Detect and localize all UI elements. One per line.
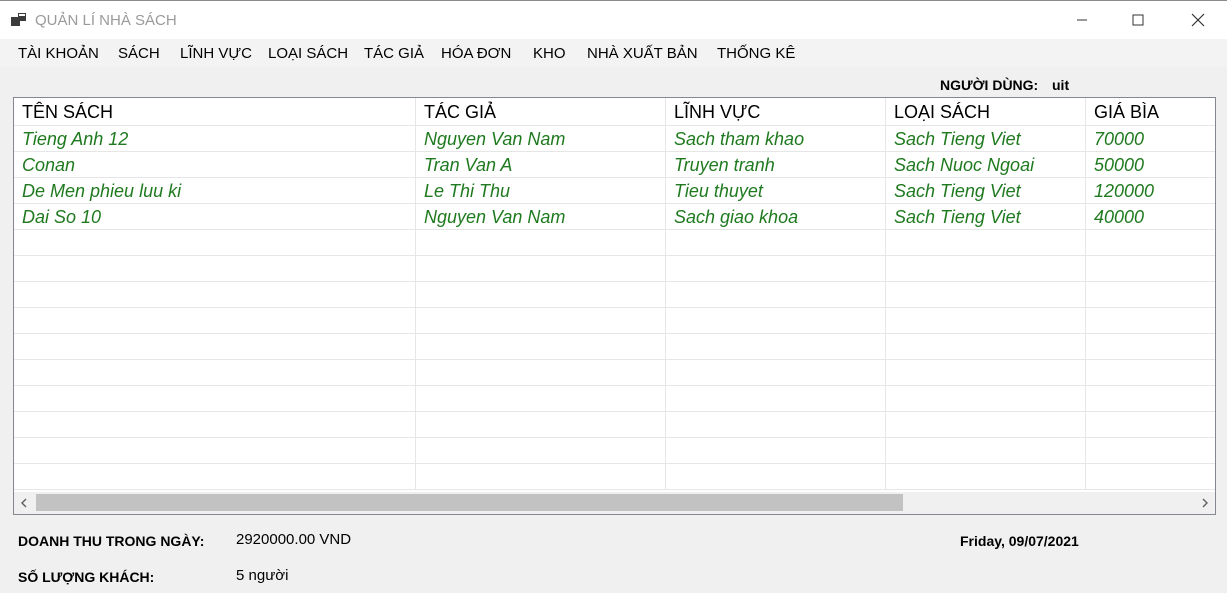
scroll-right-button[interactable] — [1195, 492, 1215, 514]
table-cell[interactable]: 40000 — [1086, 204, 1215, 230]
chevron-right-icon — [1202, 498, 1208, 508]
customers-label: SỐ LƯỢNG KHÁCH: — [18, 569, 155, 585]
table-row[interactable]: Dai So 10 Nguyen Van Nam Sach giao khoa … — [14, 204, 1215, 230]
books-table[interactable]: TÊN SÁCH TÁC GIẢ LĨNH VỰC LOẠI SÁCH GIÁ … — [13, 97, 1216, 515]
empty-row — [14, 282, 1215, 308]
menu-kho[interactable]: KHO — [533, 45, 566, 62]
table-cell[interactable]: 120000 — [1086, 178, 1215, 204]
table-cell[interactable]: Sach Tieng Viet — [886, 126, 1086, 152]
empty-row — [14, 230, 1215, 256]
window-title: QUẢN LÍ NHÀ SÁCH — [35, 12, 177, 29]
menu-hoa-don[interactable]: HÓA ĐƠN — [441, 45, 511, 62]
close-icon — [1191, 13, 1205, 27]
empty-row — [14, 412, 1215, 438]
scrollbar-thumb[interactable] — [36, 494, 903, 511]
table-row[interactable]: De Men phieu luu ki Le Thi Thu Tieu thuy… — [14, 178, 1215, 204]
table-cell[interactable]: Tieu thuyet — [666, 178, 886, 204]
empty-row — [14, 308, 1215, 334]
table-cell[interactable]: 50000 — [1086, 152, 1215, 178]
current-date: Friday, 09/07/2021 — [960, 533, 1079, 549]
menu-bar: TÀI KHOẢN SÁCH LĨNH VỰC LOẠI SÁCH TÁC GI… — [0, 39, 1227, 67]
table-cell[interactable]: Truyen tranh — [666, 152, 886, 178]
app-icon — [11, 13, 26, 26]
table-cell[interactable]: Sach Nuoc Ngoai — [886, 152, 1086, 178]
empty-row — [14, 334, 1215, 360]
table-row[interactable]: Tieng Anh 12 Nguyen Van Nam Sach tham kh… — [14, 126, 1215, 152]
table-row[interactable]: Conan Tran Van A Truyen tranh Sach Nuoc … — [14, 152, 1215, 178]
chevron-left-icon — [21, 498, 27, 508]
user-label: NGƯỜI DÙNG: — [940, 77, 1039, 93]
table-cell[interactable]: Nguyen Van Nam — [416, 126, 666, 152]
table-cell[interactable]: Nguyen Van Nam — [416, 204, 666, 230]
table-cell[interactable]: Conan — [14, 152, 416, 178]
revenue-value: 2920000.00 VND — [236, 531, 352, 548]
menu-linh-vuc[interactable]: LĨNH VỰC — [180, 45, 252, 62]
table-cell[interactable]: Tieng Anh 12 — [14, 126, 416, 152]
close-button[interactable] — [1175, 1, 1221, 39]
revenue-label: DOANH THU TRONG NGÀY: — [18, 533, 205, 549]
column-header-gia-bia[interactable]: GIÁ BÌA — [1086, 98, 1215, 126]
menu-sach[interactable]: SÁCH — [118, 45, 160, 62]
table-cell[interactable]: De Men phieu luu ki — [14, 178, 416, 204]
title-bar[interactable]: QUẢN LÍ NHÀ SÁCH — [0, 0, 1227, 39]
menu-nha-xuat-ban[interactable]: NHÀ XUẤT BẢN — [587, 45, 698, 62]
menu-loai-sach[interactable]: LOẠI SÁCH — [268, 45, 348, 62]
table-cell[interactable]: Sach tham khao — [666, 126, 886, 152]
menu-thong-ke[interactable]: THỐNG KÊ — [717, 45, 795, 62]
menu-tai-khoan[interactable]: TÀI KHOẢN — [18, 45, 99, 62]
maximize-icon — [1132, 14, 1144, 26]
table-cell[interactable]: 70000 — [1086, 126, 1215, 152]
empty-row — [14, 360, 1215, 386]
menu-tac-gia[interactable]: TÁC GIẢ — [364, 45, 424, 62]
table-header-row: TÊN SÁCH TÁC GIẢ LĨNH VỰC LOẠI SÁCH GIÁ … — [14, 98, 1215, 126]
empty-row — [14, 386, 1215, 412]
customers-value: 5 người — [236, 567, 289, 584]
minimize-icon — [1077, 19, 1087, 21]
table-cell[interactable]: Sach Tieng Viet — [886, 204, 1086, 230]
column-header-tac-gia[interactable]: TÁC GIẢ — [416, 98, 666, 126]
table-cell[interactable]: Dai So 10 — [14, 204, 416, 230]
empty-row — [14, 438, 1215, 464]
user-name: uit — [1052, 77, 1070, 93]
horizontal-scrollbar[interactable] — [14, 492, 1215, 514]
table-cell[interactable]: Le Thi Thu — [416, 178, 666, 204]
table-body: TÊN SÁCH TÁC GIẢ LĨNH VỰC LOẠI SÁCH GIÁ … — [14, 98, 1215, 492]
scroll-left-button[interactable] — [14, 492, 34, 514]
table-cell[interactable]: Tran Van A — [416, 152, 666, 178]
maximize-button[interactable] — [1115, 1, 1161, 39]
column-header-loai-sach[interactable]: LOẠI SÁCH — [886, 98, 1086, 126]
column-header-linh-vuc[interactable]: LĨNH VỰC — [666, 98, 886, 126]
empty-row — [14, 464, 1215, 490]
table-cell[interactable]: Sach giao khoa — [666, 204, 886, 230]
table-cell[interactable]: Sach Tieng Viet — [886, 178, 1086, 204]
empty-row — [14, 256, 1215, 282]
column-header-ten-sach[interactable]: TÊN SÁCH — [14, 98, 416, 126]
minimize-button[interactable] — [1059, 1, 1105, 39]
